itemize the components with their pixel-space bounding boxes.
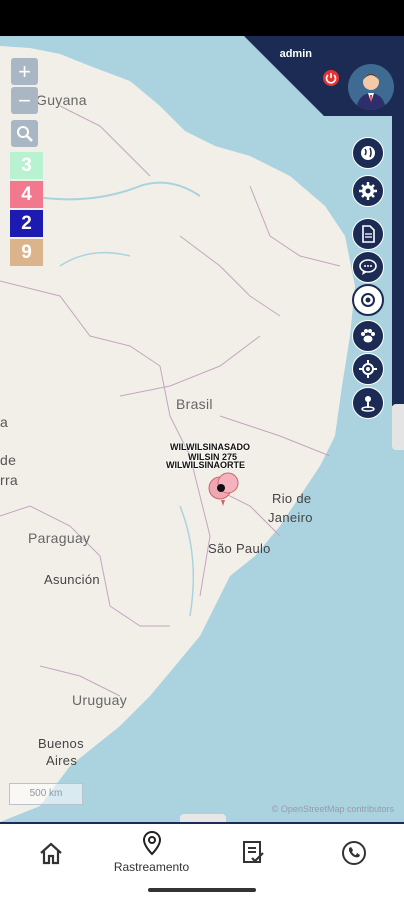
target-button[interactable] [352,284,384,316]
map-label-paraguay: Paraguay [28,530,91,546]
document-icon [362,225,375,243]
location-pin-icon [361,396,375,412]
target-icon [361,293,375,307]
map-label-asuncion: Asunción [44,572,100,587]
marker-label-1[interactable]: WILWILSINASADO [170,442,250,452]
paw-button[interactable] [352,320,384,352]
status-counter-red[interactable]: 4 [10,181,43,208]
status-bar [0,0,404,36]
map-label-uruguay: Uruguay [72,692,128,708]
map-label-sao-paulo: São Paulo [208,541,271,556]
nav-home[interactable] [0,824,101,886]
chat-button[interactable] [352,251,384,283]
search-button[interactable] [11,120,38,147]
user-name: admin [279,48,312,60]
map-label-buenos-aires-2: Aires [46,753,78,768]
map-label-rio-2: Janeiro [268,510,313,525]
search-icon [17,126,33,142]
locate-button[interactable] [352,353,384,385]
settings-button[interactable] [352,175,384,207]
status-counter-blue[interactable]: 2 [10,210,43,237]
map-scale: 500 km [9,783,83,805]
map-view[interactable]: Guyana Brasil Rio de Janeiro São Paulo P… [0,36,404,822]
phone-icon [342,841,366,865]
zoom-in-button[interactable]: + [11,58,38,85]
report-button[interactable] [352,218,384,250]
status-counter-green[interactable]: 3 [10,152,43,179]
map-label-edge-de: de [0,452,17,468]
location-button[interactable] [352,387,384,419]
status-counter-tan[interactable]: 9 [10,239,43,266]
vehicle-marker-cluster[interactable] [206,470,242,510]
map-base [0,36,404,822]
crosshair-icon [359,360,377,378]
paw-icon [361,329,375,343]
map-label-edge-rra: rra [0,472,19,488]
side-panel-toggle[interactable] [392,404,404,450]
map-pin-icon [142,830,162,856]
nav-rastreamento-label: Rastreamento [113,860,190,874]
map-label-edge-a: a [0,414,9,430]
user-avatar-icon [356,74,386,110]
app: Guyana Brasil Rio de Janeiro São Paulo P… [0,36,404,900]
home-indicator [148,888,256,892]
collapse-handle[interactable] [180,814,226,822]
power-icon[interactable] [322,69,340,87]
marker-label-3[interactable]: WILWILSINAORTE [166,460,245,470]
home-icon [40,842,62,865]
map-label-guyana: Guyana [36,92,87,108]
gear-icon [359,182,377,200]
checklist-icon [243,841,264,863]
map-attribution[interactable]: © OpenStreetMap contributors [272,804,394,814]
nav-rastreamento[interactable]: Rastreamento [101,824,202,886]
toolbar-strip [392,116,404,406]
chat-icon [359,259,377,275]
globe-button[interactable] [352,137,384,169]
nav-phone[interactable] [303,824,404,886]
zoom-out-button[interactable]: − [11,87,38,114]
nav-checklist[interactable] [202,824,303,886]
map-label-buenos-aires: Buenos [38,736,84,751]
globe-icon [361,146,375,160]
avatar[interactable] [348,64,394,110]
bottom-nav: Rastreamento [0,822,404,888]
map-label-rio: Rio de [272,491,312,506]
map-label-brasil: Brasil [176,396,213,412]
